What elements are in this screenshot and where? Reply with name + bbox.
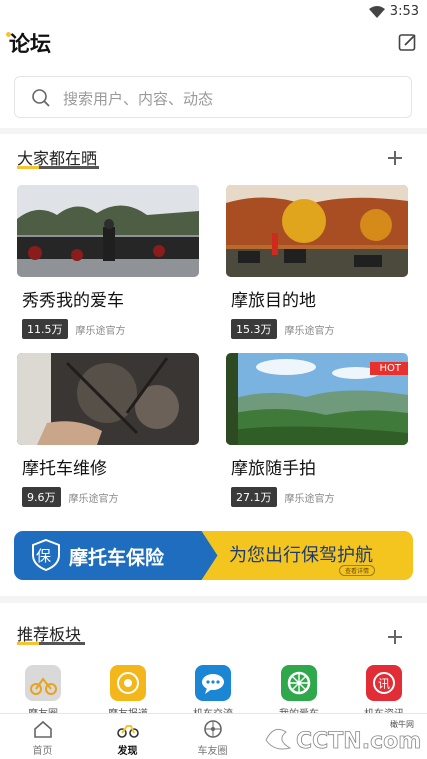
- home-icon: [34, 720, 52, 738]
- card-author: 摩乐途官方: [284, 325, 335, 337]
- showcase-section: 大家都在晒 秀秀我的爱车 11.5万 摩乐途官方 摩旅目的地 15.3万 摩乐途…: [0, 134, 427, 596]
- title-underline: [39, 166, 99, 169]
- tab-label: 首页: [32, 746, 53, 757]
- tab-label: 发现: [117, 746, 138, 757]
- svg-text:讯: 讯: [378, 677, 390, 691]
- app-header: 论坛: [0, 24, 427, 64]
- card-title: 摩托车维修: [22, 459, 107, 479]
- wheel-icon: [204, 720, 222, 738]
- search-icon: [32, 89, 50, 107]
- card-author: 摩乐途官方: [284, 493, 335, 505]
- title-underline-accent: [17, 642, 39, 645]
- card-image-autumn-road: [226, 185, 408, 277]
- view-count-badge: 27.1万: [231, 487, 277, 507]
- card-author: 摩乐途官方: [75, 325, 126, 337]
- edit-icon[interactable]: [398, 32, 418, 52]
- wifi-icon: [369, 6, 385, 18]
- tab-discover[interactable]: 发现: [85, 714, 170, 759]
- card-author: 摩乐途官方: [68, 493, 119, 505]
- search-placeholder: 搜索用户、内容、动态: [63, 90, 214, 108]
- board-label: 我的爱车: [264, 705, 334, 713]
- watermark-logo: CCTN.com 橄牛网: [265, 716, 420, 754]
- add-icon[interactable]: [388, 630, 402, 644]
- view-count-badge: 9.6万: [22, 487, 61, 507]
- card-image-bikes-parking: [17, 185, 199, 277]
- board-label: 机车交流: [178, 705, 248, 713]
- add-icon[interactable]: [388, 151, 402, 165]
- status-time: 3:53: [389, 4, 419, 19]
- banner-title: 摩托车保险: [69, 547, 165, 569]
- hot-badge: HOT: [369, 362, 408, 375]
- board-icon-chat[interactable]: [195, 665, 231, 701]
- showcase-card[interactable]: 秀秀我的爱车 11.5万 摩乐途官方: [17, 185, 199, 339]
- tab-label: 车友圈: [197, 746, 228, 757]
- banner-detail-button[interactable]: 查看详情: [339, 565, 376, 576]
- banner-slogan: 为您出行保驾护航: [229, 545, 373, 566]
- status-bar: 3:53: [0, 0, 427, 24]
- showcase-card[interactable]: 摩旅目的地 15.3万 摩乐途官方: [226, 185, 408, 339]
- showcase-card[interactable]: 摩托车维修 9.6万 摩乐途官方: [17, 353, 199, 507]
- board-label: 摩友圈: [8, 705, 78, 713]
- boards-section: 推荐板块 摩友圈 摩友报道 机车交流 我的爱车 讯 机车资讯: [0, 603, 427, 713]
- card-title: 摩旅目的地: [231, 291, 316, 311]
- page-title: 论坛: [9, 32, 51, 56]
- tab-rider-circle[interactable]: 车友圈: [170, 714, 255, 759]
- board-icon-wheel[interactable]: [281, 665, 317, 701]
- card-title: 摩旅随手拍: [231, 459, 316, 479]
- card-title: 秀秀我的爱车: [22, 291, 124, 311]
- board-label: 机车资讯: [349, 705, 419, 713]
- card-image-engine-repair: [17, 353, 199, 445]
- view-count-badge: 11.5万: [22, 319, 68, 339]
- board-icon-news[interactable]: 讯: [366, 665, 402, 701]
- showcase-card[interactable]: HOT 摩旅随手拍 27.1万 摩乐途官方: [226, 353, 408, 507]
- board-label: 摩友报道: [93, 705, 163, 713]
- search-input[interactable]: 搜索用户、内容、动态: [14, 76, 412, 118]
- watermark-corner-text: 橄牛网: [390, 719, 414, 729]
- moto-icon: [117, 725, 139, 738]
- shield-text: 保: [36, 547, 52, 565]
- watermark-text: CCTN.com: [296, 729, 420, 754]
- title-underline: [39, 642, 85, 645]
- title-underline-accent: [17, 166, 39, 169]
- board-icon-report[interactable]: [110, 665, 146, 701]
- view-count-badge: 15.3万: [231, 319, 277, 339]
- tab-home[interactable]: 首页: [0, 714, 85, 759]
- insurance-banner[interactable]: 保 摩托车保险 为您出行保驾护航 查看详情: [14, 531, 413, 580]
- card-image-mountains: HOT: [226, 353, 408, 445]
- search-area: 搜索用户、内容、动态: [0, 64, 427, 128]
- board-icon-moto-circle[interactable]: [25, 665, 61, 701]
